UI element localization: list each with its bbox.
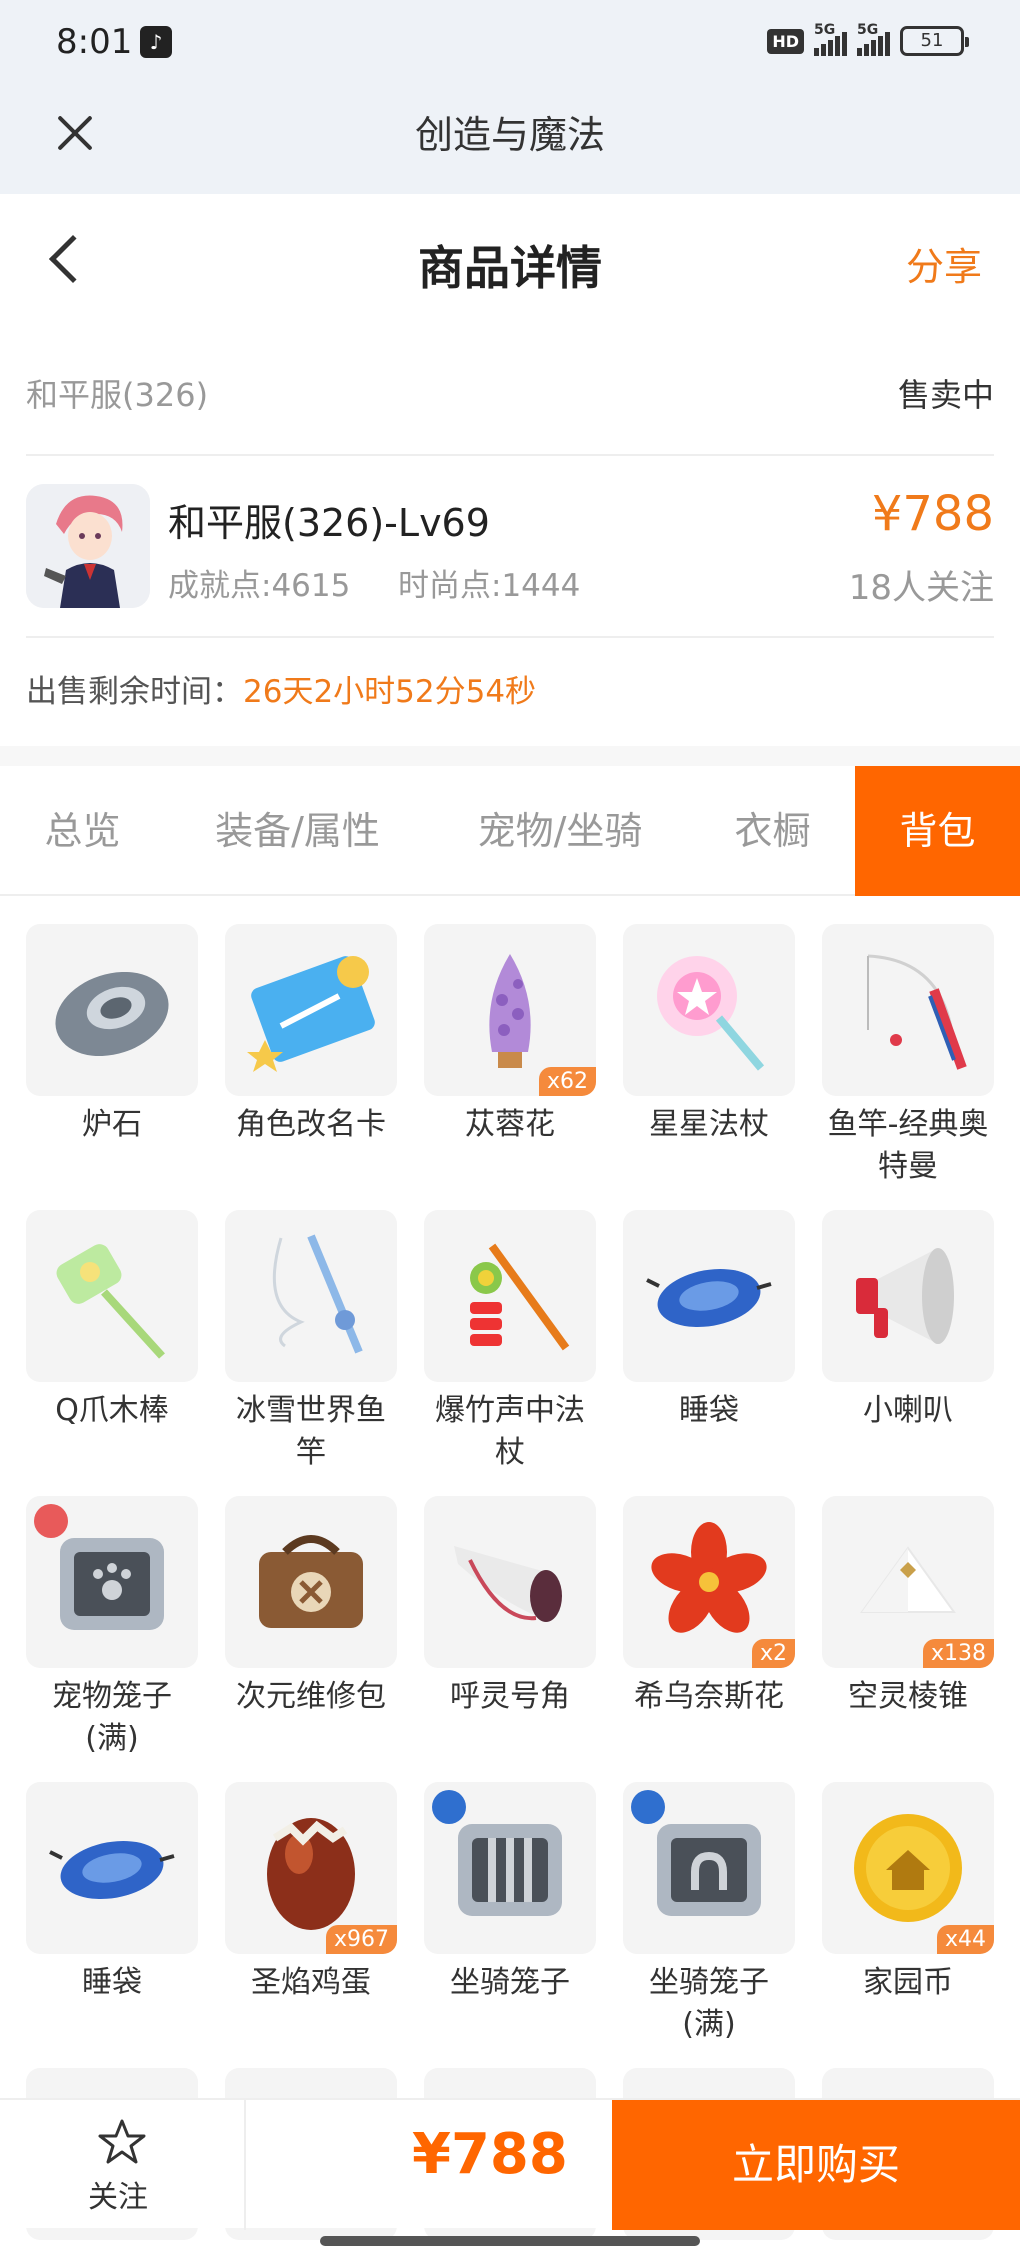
claw-stick-icon <box>56 1244 165 1359</box>
followers-count: 18人关注 <box>848 568 994 608</box>
horn-icon <box>454 1546 562 1622</box>
list-item[interactable]: 鱼竿-经典奥特曼 <box>822 924 994 1188</box>
list-item[interactable]: 炉石 <box>26 924 198 1146</box>
list-item[interactable]: Q爪木棒 <box>26 1210 198 1432</box>
list-item[interactable]: 次元维修包 <box>225 1496 397 1718</box>
share-button[interactable]: 分享 <box>906 236 982 291</box>
cistanche-flower-icon <box>489 954 531 1068</box>
page-title: 商品详情 <box>418 241 602 295</box>
star-icon[interactable] <box>98 2118 146 2166</box>
list-item[interactable]: x967 圣焰鸡蛋 <box>225 1782 397 2004</box>
sleeping-bag-icon <box>49 1840 175 1900</box>
list-item[interactable]: 坐骑笼子(满) <box>623 1782 795 2046</box>
status-bar: 8:01 ♪ HD 5G 5G 51 <box>0 0 1020 90</box>
fishing-rod-icon <box>867 954 967 1070</box>
quantity-badge: x967 <box>325 1925 397 1954</box>
remaining-value: 26天2小时52分54秒 <box>243 674 537 710</box>
section-divider <box>0 746 1020 766</box>
home-indicator[interactable] <box>320 2236 700 2246</box>
tab-overview[interactable]: 总览 <box>0 766 165 896</box>
role-card[interactable]: 和平服(326)-Lv69 成就点:4615 时尚点:1444 ¥788 18人… <box>26 456 994 638</box>
page-header: 商品详情 分享 <box>0 194 1020 330</box>
list-item[interactable]: 呼灵号角 <box>424 1496 596 1718</box>
list-item[interactable]: x44 家园币 <box>822 1782 994 2004</box>
battery-icon: 51 <box>900 26 969 56</box>
quantity-badge: x2 <box>751 1639 795 1668</box>
remaining-label: 出售剩余时间： <box>26 674 243 710</box>
quantity-badge: x138 <box>922 1639 994 1668</box>
list-item[interactable]: 角色改名卡 <box>225 924 397 1146</box>
list-item[interactable]: 爆竹声中法杖 <box>424 1210 596 1474</box>
mount-badge-icon <box>631 1790 665 1824</box>
repair-bag-icon <box>259 1535 363 1628</box>
bottom-price: ¥788 <box>412 2122 568 2187</box>
home-coin-icon <box>854 1814 962 1922</box>
list-item[interactable]: 宠物笼子(满) <box>26 1496 198 1760</box>
tab-wardrobe[interactable]: 衣橱 <box>690 766 855 896</box>
buy-now-button[interactable]: 立即购买 <box>612 2100 1020 2230</box>
server-row: 和平服(326) 售卖中 <box>26 330 994 456</box>
status-time: 8:01 <box>56 22 133 62</box>
list-item[interactable]: x2 希乌奈斯花 <box>623 1496 795 1718</box>
list-item[interactable]: 睡袋 <box>623 1210 795 1432</box>
sleeping-bag-icon <box>646 1268 772 1328</box>
signal-5g-icon: 5G <box>814 22 847 56</box>
list-item[interactable]: x62 苁蓉花 <box>424 924 596 1146</box>
divider <box>244 2100 246 2230</box>
avatar <box>26 484 150 608</box>
role-price: ¥788 <box>871 486 994 542</box>
list-item[interactable]: 星星法杖 <box>623 924 795 1146</box>
tab-pets-mounts[interactable]: 宠物/坐骑 <box>430 766 690 896</box>
quantity-badge: x62 <box>538 1067 596 1096</box>
tab-bar: 总览 装备/属性 宠物/坐骑 衣橱 背包 <box>0 766 1020 896</box>
item-thumb <box>26 924 198 1096</box>
fashion-points: 时尚点:1444 <box>398 568 581 604</box>
egg-icon <box>267 1818 355 1930</box>
sale-status: 售卖中 <box>897 376 994 414</box>
list-item[interactable]: 睡袋 <box>26 1782 198 2004</box>
list-item[interactable]: 冰雪世界鱼竿 <box>225 1210 397 1474</box>
tab-equipment[interactable]: 装备/属性 <box>165 766 430 896</box>
signal-5g-icon-2: 5G <box>857 22 890 56</box>
hearthstone-icon <box>55 971 169 1057</box>
app-bar: 创造与魔法 <box>0 90 1020 194</box>
achievement-points: 成就点:4615 <box>168 568 351 604</box>
mount-badge-icon <box>432 1790 466 1824</box>
ice-fishing-rod-icon <box>272 1234 363 1354</box>
list-item[interactable]: 小喇叭 <box>822 1210 994 1432</box>
item-name: 炉石 <box>82 1107 142 1142</box>
remaining-time: 出售剩余时间：26天2小时52分54秒 <box>26 638 536 746</box>
red-flower-icon <box>651 1522 767 1633</box>
firecracker-staff-icon <box>470 1243 570 1351</box>
pyramid-icon <box>860 1546 956 1613</box>
hd-icon: HD <box>767 28 804 54</box>
tiktok-icon: ♪ <box>140 26 172 58</box>
tab-backpack[interactable]: 背包 <box>855 766 1020 896</box>
bottom-action-bar: 关注 ¥788 立即购买 <box>0 2098 1020 2230</box>
megaphone-icon <box>856 1248 954 1344</box>
cage-badge-icon <box>34 1504 68 1538</box>
list-item[interactable]: 坐骑笼子 <box>424 1782 596 2004</box>
rename-card-icon <box>247 956 375 1072</box>
app-title: 创造与魔法 <box>414 113 605 157</box>
follow-button[interactable]: 关注 <box>88 2172 148 2216</box>
list-item[interactable]: x138 空灵棱锥 <box>822 1496 994 1718</box>
server-name: 和平服(326) <box>26 376 209 414</box>
quantity-badge: x44 <box>936 1925 994 1954</box>
status-icons: HD 5G 5G 51 <box>767 22 969 56</box>
star-wand-icon <box>657 956 765 1071</box>
role-name: 和平服(326)-Lv69 <box>168 501 490 545</box>
